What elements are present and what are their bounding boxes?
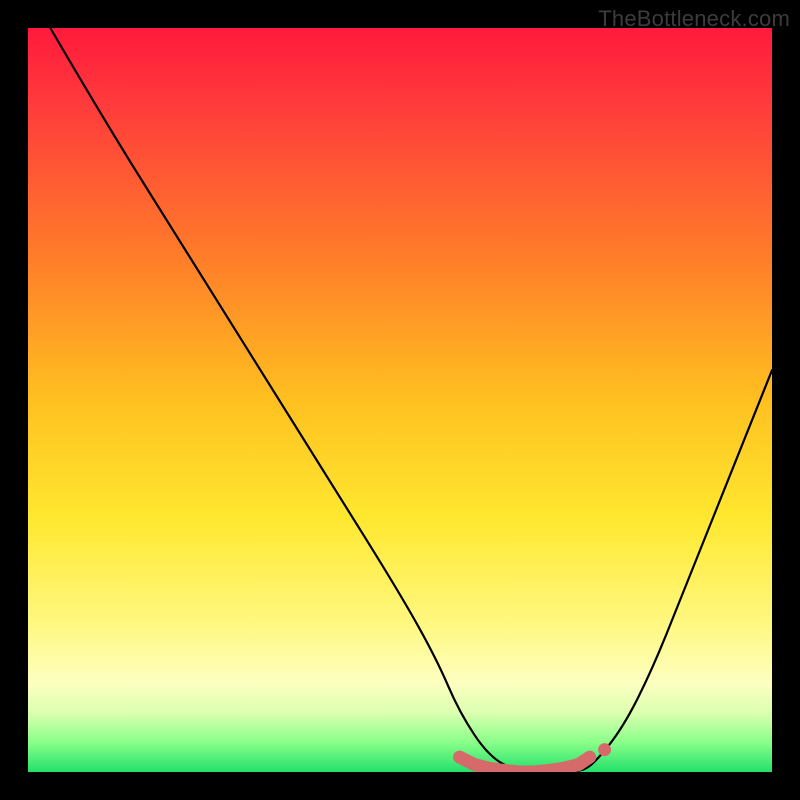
watermark-text: TheBottleneck.com	[598, 6, 790, 32]
chart-frame: TheBottleneck.com	[0, 0, 800, 800]
bottleneck-curve-line	[50, 28, 772, 772]
optimal-range-highlight	[460, 757, 590, 772]
chart-plot-area	[28, 28, 772, 772]
chart-overlay	[28, 28, 772, 772]
optimal-range-endpoint-dot	[598, 743, 611, 756]
